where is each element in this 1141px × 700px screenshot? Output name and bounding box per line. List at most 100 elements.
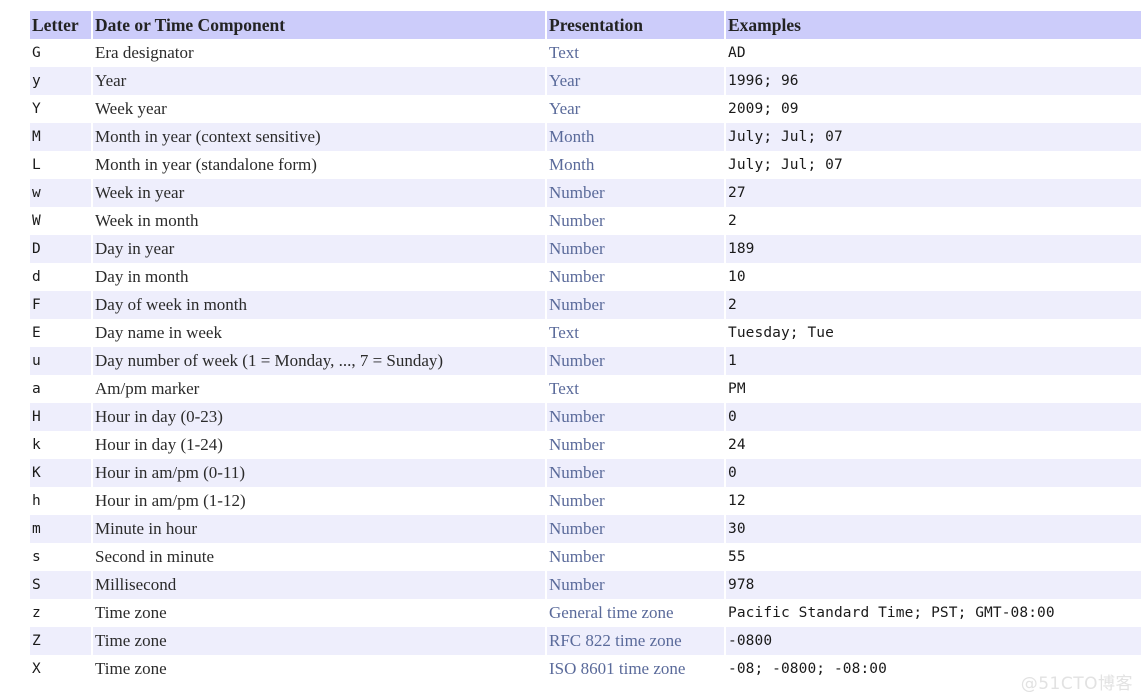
cell-letter: L xyxy=(30,151,91,179)
table-row: z Time zone General time zone Pacific Stand… xyxy=(30,599,1141,627)
table-header: Letter Date or Time Component Presentati… xyxy=(30,11,1141,39)
cell-presentation: Number xyxy=(547,487,724,515)
cell-examples: 2009; 09 xyxy=(726,95,1141,123)
table-row: Z Time zone RFC 822 time zone -0800 xyxy=(30,627,1141,655)
cell-presentation: Number xyxy=(547,291,724,319)
cell-letter: a xyxy=(30,375,91,403)
cell-letter: w xyxy=(30,179,91,207)
cell-component: Am/pm marker xyxy=(93,375,545,403)
cell-examples: 2 xyxy=(726,207,1141,235)
table-row: M Month in year (context sensitive) Month J… xyxy=(30,123,1141,151)
cell-letter: E xyxy=(30,319,91,347)
cell-letter: d xyxy=(30,263,91,291)
column-header-component: Date or Time Component xyxy=(93,11,545,39)
table-row: a Am/pm marker Text PM xyxy=(30,375,1141,403)
cell-component: Day of week in month xyxy=(93,291,545,319)
date-time-pattern-table: Letter Date or Time Component Presentati… xyxy=(28,11,1141,683)
table-row: m Minute in hour Number 30 xyxy=(30,515,1141,543)
cell-component: Year xyxy=(93,67,545,95)
cell-component: Day in month xyxy=(93,263,545,291)
column-header-presentation: Presentation xyxy=(547,11,724,39)
table-row: X Time zone ISO 8601 time zone -08; -0800; … xyxy=(30,655,1141,683)
cell-examples: 189 xyxy=(726,235,1141,263)
site-watermark: @51CTO博客 xyxy=(1020,674,1133,694)
cell-examples: 978 xyxy=(726,571,1141,599)
table-row: L Month in year (standalone form) Month Jul… xyxy=(30,151,1141,179)
cell-presentation: Number xyxy=(547,235,724,263)
cell-component: Month in year (standalone form) xyxy=(93,151,545,179)
table-row: Y Week year Year 2009; 09 xyxy=(30,95,1141,123)
table-row: s Second in minute Number 55 xyxy=(30,543,1141,571)
cell-letter: W xyxy=(30,207,91,235)
cell-presentation: RFC 822 time zone xyxy=(547,627,724,655)
cell-component: Month in year (context sensitive) xyxy=(93,123,545,151)
cell-letter: D xyxy=(30,235,91,263)
cell-presentation: Year xyxy=(547,95,724,123)
cell-letter: S xyxy=(30,571,91,599)
cell-letter: s xyxy=(30,543,91,571)
table-row: F Day of week in month Number 2 xyxy=(30,291,1141,319)
cell-presentation: General time zone xyxy=(547,599,724,627)
cell-examples: 55 xyxy=(726,543,1141,571)
cell-letter: h xyxy=(30,487,91,515)
table-row: y Year Year 1996; 96 xyxy=(30,67,1141,95)
column-header-letter: Letter xyxy=(30,11,91,39)
table-row: H Hour in day (0-23) Number 0 xyxy=(30,403,1141,431)
cell-examples: July; Jul; 07 xyxy=(726,123,1141,151)
table-row: K Hour in am/pm (0-11) Number 0 xyxy=(30,459,1141,487)
cell-letter: X xyxy=(30,655,91,683)
cell-letter: z xyxy=(30,599,91,627)
cell-component: Day name in week xyxy=(93,319,545,347)
cell-component: Time zone xyxy=(93,655,545,683)
cell-component: Millisecond xyxy=(93,571,545,599)
cell-examples: 0 xyxy=(726,459,1141,487)
cell-examples: PM xyxy=(726,375,1141,403)
cell-component: Hour in am/pm (0-11) xyxy=(93,459,545,487)
cell-component: Era designator xyxy=(93,39,545,67)
cell-presentation: Month xyxy=(547,123,724,151)
cell-component: Hour in day (0-23) xyxy=(93,403,545,431)
cell-examples: 10 xyxy=(726,263,1141,291)
cell-letter: Y xyxy=(30,95,91,123)
cell-examples: 27 xyxy=(726,179,1141,207)
cell-presentation: Number xyxy=(547,515,724,543)
cell-letter: M xyxy=(30,123,91,151)
cell-component: Minute in hour xyxy=(93,515,545,543)
cell-presentation: Text xyxy=(547,319,724,347)
cell-letter: m xyxy=(30,515,91,543)
cell-component: Hour in day (1-24) xyxy=(93,431,545,459)
cell-presentation: Number xyxy=(547,543,724,571)
table-row: h Hour in am/pm (1-12) Number 12 xyxy=(30,487,1141,515)
cell-examples: 1996; 96 xyxy=(726,67,1141,95)
cell-presentation: Number xyxy=(547,459,724,487)
cell-examples: 1 xyxy=(726,347,1141,375)
cell-examples: 0 xyxy=(726,403,1141,431)
cell-component: Week in month xyxy=(93,207,545,235)
cell-letter: H xyxy=(30,403,91,431)
cell-letter: G xyxy=(30,39,91,67)
cell-presentation: Number xyxy=(547,263,724,291)
cell-component: Day number of week (1 = Monday, ..., 7 =… xyxy=(93,347,545,375)
table-row: W Week in month Number 2 xyxy=(30,207,1141,235)
table-header-row: Letter Date or Time Component Presentati… xyxy=(30,11,1141,39)
cell-presentation: ISO 8601 time zone xyxy=(547,655,724,683)
cell-presentation: Number xyxy=(547,347,724,375)
table-row: D Day in year Number 189 xyxy=(30,235,1141,263)
table-row: S Millisecond Number 978 xyxy=(30,571,1141,599)
cell-examples: AD xyxy=(726,39,1141,67)
column-header-examples: Examples xyxy=(726,11,1141,39)
cell-letter: y xyxy=(30,67,91,95)
date-format-table-container: Letter Date or Time Component Presentati… xyxy=(28,11,1141,683)
cell-component: Time zone xyxy=(93,599,545,627)
cell-examples: 30 xyxy=(726,515,1141,543)
cell-examples: Pacific Standard Time; PST; GMT-08:00 xyxy=(726,599,1141,627)
cell-presentation: Text xyxy=(547,375,724,403)
cell-component: Week year xyxy=(93,95,545,123)
cell-examples: -0800 xyxy=(726,627,1141,655)
cell-presentation: Text xyxy=(547,39,724,67)
cell-examples: 24 xyxy=(726,431,1141,459)
cell-component: Second in minute xyxy=(93,543,545,571)
cell-component: Hour in am/pm (1-12) xyxy=(93,487,545,515)
cell-letter: u xyxy=(30,347,91,375)
cell-letter: K xyxy=(30,459,91,487)
